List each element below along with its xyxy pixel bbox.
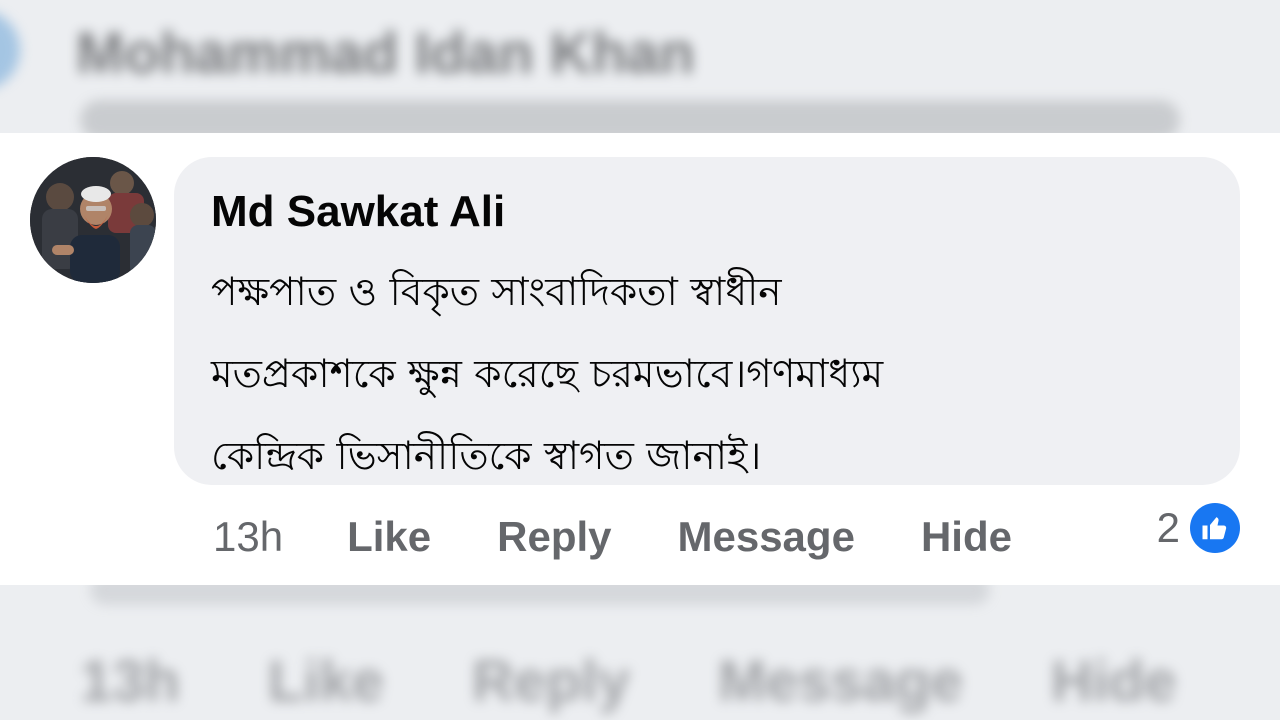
reply-button[interactable]: Reply bbox=[497, 513, 611, 561]
message-button[interactable]: Message bbox=[678, 513, 855, 561]
background-author-name: Mohammad Idan Khan bbox=[76, 21, 695, 86]
comment-text-line: মতপ্রকাশকে ক্ষুন্ন করেছে চরমভাবে।গণমাধ্য… bbox=[211, 352, 884, 397]
like-button[interactable]: Like bbox=[347, 513, 431, 561]
comment-text-line: কেন্দ্রিক ভিসানীতিকে স্বাগত জানাই। bbox=[211, 434, 762, 479]
avatar bbox=[0, 10, 20, 90]
comment-author-name[interactable]: Md Sawkat Ali bbox=[211, 187, 505, 237]
comment-timestamp[interactable]: 13h bbox=[213, 513, 283, 561]
background-hide: Hide bbox=[1051, 649, 1177, 714]
background-time: 13h bbox=[80, 649, 180, 714]
commenter-avatar[interactable] bbox=[30, 157, 156, 283]
avatar-photo-icon bbox=[30, 157, 156, 283]
hide-button[interactable]: Hide bbox=[921, 513, 1012, 561]
comment-card: Md Sawkat Ali পক্ষপাত ও বিকৃত সাংবাদিকতা… bbox=[0, 133, 1280, 585]
background-comment-actions: 13h Like Reply Message Hide bbox=[80, 648, 1177, 715]
reaction-count: 2 bbox=[1156, 504, 1180, 551]
background-reply: Reply bbox=[472, 649, 630, 714]
background-message: Message bbox=[717, 649, 963, 714]
comment-text-line: পক্ষপাত ও বিকৃত সাংবাদিকতা স্বাধীন bbox=[211, 270, 782, 315]
thumbs-up-icon bbox=[1190, 503, 1240, 553]
reaction-summary[interactable]: 2 bbox=[1157, 503, 1240, 553]
comment-actions: 13h Like Reply Message Hide bbox=[213, 513, 1078, 561]
page: Mohammad Idan Khan 13h Like Reply Messag… bbox=[0, 0, 1280, 720]
comment-bubble: Md Sawkat Ali পক্ষপাত ও বিকৃত সাংবাদিকতা… bbox=[174, 157, 1240, 485]
comment-body: পক্ষপাত ও বিকৃত সাংবাদিকতা স্বাধীন মতপ্র… bbox=[211, 252, 1221, 498]
background-like: Like bbox=[267, 649, 385, 714]
